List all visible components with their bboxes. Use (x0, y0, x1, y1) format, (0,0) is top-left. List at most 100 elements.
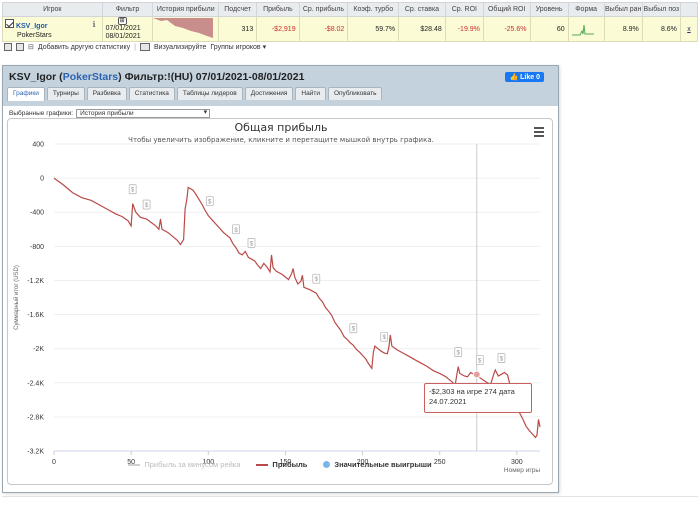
chart-title: Общая прибыль (235, 121, 328, 134)
chart-select[interactable]: История прибыли (76, 109, 211, 118)
col-header-profit[interactable]: Прибыль (256, 2, 300, 17)
legend-item-profit[interactable]: Прибыль (256, 460, 307, 469)
chart-select-row: Выбранные графики: История прибыли (9, 109, 211, 118)
profit-chart-svg[interactable]: Общая прибыль Чтобы увеличить изображение… (8, 119, 554, 486)
add-stat-icon[interactable]: ⊟ (28, 43, 34, 51)
col-header-out-early[interactable]: Выбыл ран (603, 2, 643, 17)
dialog-player-name: KSV_Igor (9, 71, 57, 83)
col-header-avg-profit[interactable]: Ср. прибыль (298, 2, 349, 17)
y-tick-label: -3.2K (27, 449, 44, 456)
info-icon[interactable]: ℹ (93, 20, 96, 29)
toolbar-separator: | (134, 43, 136, 51)
avg-profit-cell: -$8.02 (298, 16, 349, 42)
col-header-out-late[interactable]: Выбыл поз (641, 2, 681, 17)
chart-legend: Прибыль за минусом рейка Прибыль Значите… (8, 460, 552, 469)
chart-select-label: Выбранные графики: (9, 110, 74, 117)
table-row[interactable]: KSV_Igor PokerStars ℹ ⊞ 07/01/2021 08/01… (2, 16, 699, 42)
y-tick-label: -2.8K (27, 414, 44, 421)
row-checkbox[interactable] (5, 18, 14, 28)
remove-row-button[interactable]: x (679, 16, 699, 42)
tab-find[interactable]: Найти (295, 87, 326, 100)
col-header-player[interactable]: Игрок (2, 2, 103, 17)
turbo-cell: 59.7% (347, 16, 400, 42)
col-header-avg-stake[interactable]: Ср. ставка (398, 2, 446, 17)
visualize-link[interactable]: Визуализируйте (154, 44, 206, 51)
thumbs-up-icon: 👍 (509, 74, 519, 81)
dialog-filter-text: Фильтр:!(HU) 07/01/2021-08/01/2021 (124, 71, 305, 83)
legend-label-profit: Прибыль (272, 460, 308, 469)
legend-item-rake[interactable]: Прибыль за минусом рейка (128, 460, 240, 469)
col-header-extra (679, 2, 699, 17)
legend-label-rake: Прибыль за минусом рейка (144, 460, 241, 469)
tab-achievements[interactable]: Достижения (244, 87, 294, 100)
form-line (571, 24, 594, 36)
delete-icon[interactable] (4, 43, 12, 51)
history-sparkline-cell[interactable] (152, 16, 220, 42)
player-groups-label: Группы игроков (210, 44, 261, 51)
legend-label-big-wins: Значительные выигрыши (334, 460, 432, 469)
like-label: Like 0 (520, 74, 540, 81)
facebook-like-button[interactable]: 👍 Like 0 (505, 72, 544, 82)
dialog-tabs: Графики Турниры Разбивка Статистика Табл… (7, 87, 383, 101)
hover-point-marker (472, 370, 481, 379)
col-header-avg-roi[interactable]: Ср. ROI (444, 2, 484, 17)
player-groups-dropdown[interactable]: Группы игроков ▾ (210, 43, 266, 51)
y-tick-label: 0 (40, 176, 44, 183)
col-header-level[interactable]: Уровень (529, 2, 569, 17)
total-roi-cell: -25.6% (482, 16, 531, 42)
chart-tooltip: -$2,303 на игре 274 дата 24.07.2021 (424, 383, 532, 413)
tab-publish[interactable]: Опубликовать (327, 87, 383, 100)
tab-charts[interactable]: Графики (7, 87, 45, 101)
level-cell: 60 (529, 16, 569, 42)
avg-stake-cell: $28.48 (398, 16, 446, 42)
y-tick-label: -800 (30, 244, 44, 251)
chart-subtitle: Чтобы увеличить изображение, кликните и … (128, 136, 434, 144)
y-tick-label: -2K (33, 346, 44, 353)
filter-date-from: 07/01/2021 (105, 25, 141, 32)
page-divider (2, 496, 698, 497)
col-header-turbo[interactable]: Коэф. турбо (347, 2, 400, 17)
y-tick-label: -2.4K (27, 380, 44, 387)
table-toolbar: ⊟ Добавить другую статистику | Визуализи… (4, 41, 266, 53)
col-header-count[interactable]: Подсчет (218, 2, 258, 17)
copy-icon[interactable] (16, 43, 24, 51)
tab-leaderboards[interactable]: Таблицы лидеров (176, 87, 243, 100)
count-cell: 313 (218, 16, 258, 42)
results-table: Игрок Фильтр История прибыли Подсчет При… (2, 2, 699, 42)
filter-date-to: 08/01/2021 (105, 33, 141, 40)
dialog-title: KSV_Igor (PokerStars) Фильтр:!(HU) 07/01… (9, 71, 305, 83)
tooltip-line-1: -$2,303 на игре 274 дата (429, 387, 515, 396)
legend-swatch-big-wins (323, 461, 331, 468)
col-header-form[interactable]: Форма (567, 2, 605, 17)
tab-statistics[interactable]: Статистика (128, 87, 175, 100)
player-cell: KSV_Igor PokerStars ℹ (2, 16, 103, 42)
tooltip-line-2: 24.07.2021 (429, 397, 467, 406)
player-site: PokerStars (17, 31, 52, 39)
legend-item-big-wins[interactable]: Значительные выигрыши (323, 460, 432, 469)
player-name-link[interactable]: KSV_Igor (16, 23, 48, 30)
visualize-icon[interactable] (139, 43, 150, 51)
y-tick-label: -1.2K (27, 278, 44, 285)
sparkline-area (153, 18, 214, 38)
tab-tournaments[interactable]: Турниры (46, 87, 85, 100)
col-header-total-roi[interactable]: Общий ROI (482, 2, 531, 17)
table-header-row: Игрок Фильтр История прибыли Подсчет При… (2, 2, 699, 17)
col-header-filter[interactable]: Фильтр (101, 2, 154, 17)
tab-breakdown[interactable]: Разбивка (86, 87, 127, 100)
col-header-history[interactable]: История прибыли (152, 2, 220, 17)
y-tick-label: 400 (32, 142, 44, 149)
filter-badge-icon[interactable]: ⊞ (117, 17, 127, 25)
chart-menu-icon[interactable] (534, 127, 544, 139)
dialog-site-link[interactable]: PokerStars (63, 71, 118, 83)
avg-roi-cell: -19.9% (444, 16, 484, 42)
profit-chart[interactable]: Общая прибыль Чтобы увеличить изображение… (7, 118, 553, 485)
history-sparkline (153, 18, 214, 38)
player-dialog: KSV_Igor (PokerStars) Фильтр:!(HU) 07/01… (2, 65, 559, 493)
y-tick-label: -1.6K (27, 312, 44, 319)
y-tick-label: -400 (30, 210, 44, 217)
chevron-down-icon: ▾ (262, 44, 267, 51)
legend-swatch-profit (256, 463, 269, 466)
filter-cell: ⊞ 07/01/2021 08/01/2021 (101, 16, 154, 42)
add-stat-link[interactable]: Добавить другую статистику (38, 44, 130, 51)
legend-swatch-rake (128, 463, 141, 466)
